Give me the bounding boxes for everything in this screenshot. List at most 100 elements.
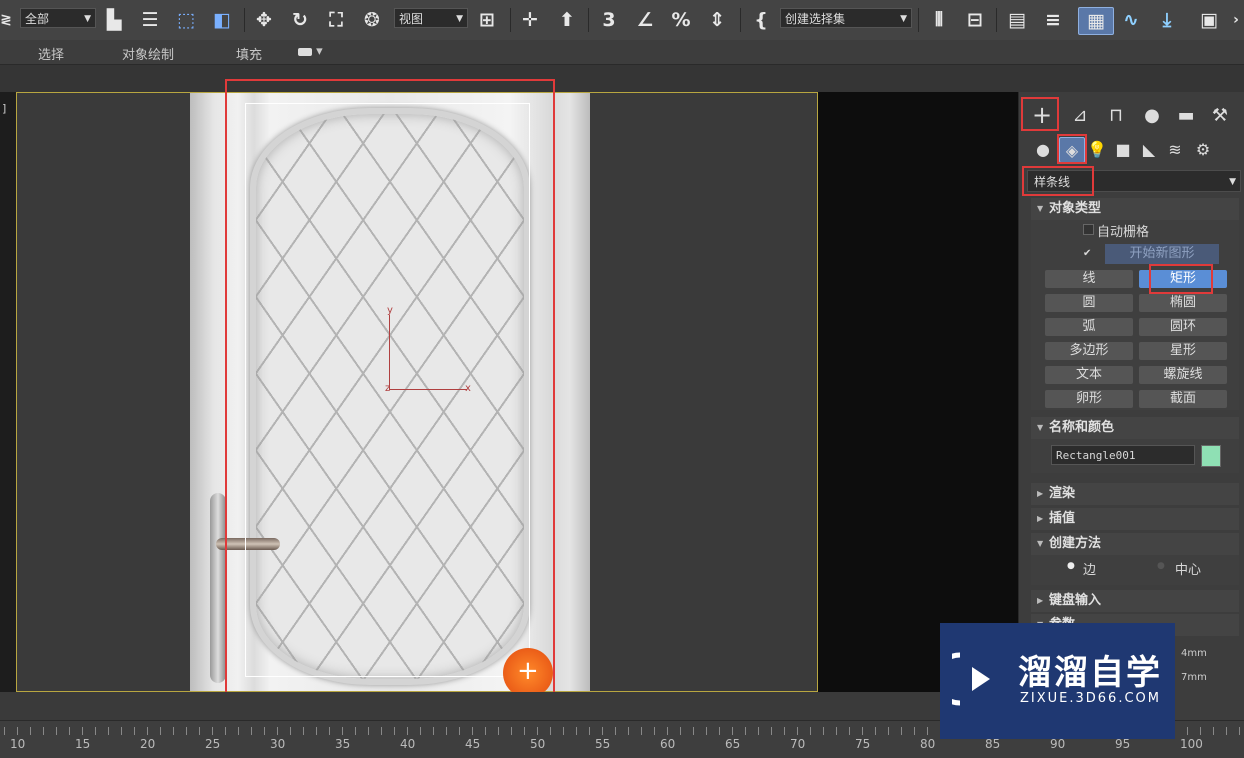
rotate-icon[interactable]: ↻ — [286, 7, 314, 33]
section-button[interactable]: 截面 — [1139, 390, 1227, 408]
percent-snap-icon[interactable]: % — [666, 7, 696, 33]
pivot-center-icon[interactable]: ⊞ — [472, 7, 502, 33]
expand-triangle-icon: ▶ — [1037, 514, 1044, 523]
select-object-icon[interactable]: ▙ — [100, 7, 128, 33]
start-new-shape-checkbox[interactable]: ✔ — [1083, 248, 1091, 259]
ruler-tick-mark — [589, 727, 590, 735]
highlight-create-tab — [1021, 97, 1059, 131]
align-icon[interactable]: ⊟ — [960, 7, 990, 33]
geometry-icon[interactable]: ● — [1031, 137, 1055, 161]
lights-icon[interactable]: 💡 — [1085, 137, 1109, 161]
keyboard-shortcut-icon[interactable]: ⬆ — [552, 7, 582, 33]
reference-coord-dropdown[interactable]: 视图 ▼ — [394, 8, 468, 28]
ruler-tick-mark — [30, 727, 31, 735]
motion-tab-icon[interactable]: ● — [1137, 100, 1167, 130]
autogrid-checkbox[interactable] — [1083, 224, 1094, 235]
space-warps-icon[interactable]: ≋ — [1163, 137, 1187, 161]
width-spinner[interactable]: 7mm — [1181, 672, 1207, 683]
length-spinner[interactable]: 4mm — [1181, 648, 1207, 659]
ruler-tick-mark — [472, 727, 473, 735]
ribbon-tab-object-paint[interactable]: 对象绘制 — [122, 44, 174, 63]
helix-button[interactable]: 螺旋线 — [1139, 366, 1227, 384]
layer-explorer-icon[interactable]: ≡ — [1038, 7, 1068, 33]
watermark-url: ZIXUE.3D66.COM — [1020, 691, 1161, 706]
move-icon[interactable]: ✥ — [250, 7, 278, 33]
material-editor-icon[interactable]: ▣ — [1194, 7, 1224, 33]
star-button[interactable]: 星形 — [1139, 342, 1227, 360]
ribbon-tab-select[interactable]: 选择 — [38, 44, 64, 63]
ruler-tick-label: 10 — [10, 737, 26, 751]
select-by-name-icon[interactable]: ☰ — [136, 7, 164, 33]
donut-button[interactable]: 圆环 — [1139, 318, 1227, 336]
ruler-tick-mark — [186, 727, 187, 735]
arc-button[interactable]: 弧 — [1045, 318, 1133, 336]
text-button[interactable]: 文本 — [1045, 366, 1133, 384]
circle-button[interactable]: 圆 — [1045, 294, 1133, 312]
line-button[interactable]: 线 — [1045, 270, 1133, 288]
ruler-tick-mark — [355, 727, 356, 735]
start-new-shape-button[interactable]: 开始新图形 — [1105, 244, 1219, 264]
window-crossing-icon[interactable]: ◧ — [208, 7, 236, 33]
rollout-name-color[interactable]: ▼ 名称和颜色 — [1031, 417, 1239, 439]
ruler-tick-mark — [862, 727, 863, 735]
display-tab-icon[interactable]: ▬ — [1171, 100, 1201, 130]
ruler-tick-label: 85 — [985, 737, 1001, 751]
ribbon-tab-populate[interactable]: 填充 — [236, 44, 262, 63]
ruler-tick-label: 80 — [920, 737, 936, 751]
ruler-tick-mark — [875, 727, 876, 735]
ribbon-toggle-icon[interactable]: ▦ — [1078, 7, 1114, 35]
snaps-toggle-icon[interactable]: 3 — [594, 7, 624, 33]
ribbon-options-dropdown[interactable]: ▾ — [298, 44, 323, 59]
select-manipulate-icon[interactable]: ✛ — [515, 7, 545, 33]
ruler-tick-mark — [1187, 727, 1188, 735]
helpers-icon[interactable]: ◣ — [1137, 137, 1161, 161]
object-color-swatch[interactable] — [1201, 445, 1221, 467]
ellipse-button[interactable]: 椭圆 — [1139, 294, 1227, 312]
collapse-triangle-icon: ▼ — [1037, 204, 1044, 213]
ruler-tick-mark — [69, 727, 70, 735]
schematic-view-icon[interactable]: ⤓ — [1152, 7, 1182, 33]
angle-snap-icon[interactable]: ∠ — [630, 7, 660, 33]
render-setup-icon[interactable]: › — [1228, 7, 1244, 33]
object-name-field[interactable]: Rectangle001 — [1051, 445, 1195, 465]
ruler-tick-label: 40 — [400, 737, 416, 751]
rollout-interpolation[interactable]: ▶ 插值 — [1031, 508, 1239, 530]
scale-icon[interactable]: ⛶ — [322, 7, 350, 33]
ruler-tick-mark — [43, 727, 44, 735]
egg-button[interactable]: 卵形 — [1045, 390, 1133, 408]
modify-tab-icon[interactable]: ⊿ — [1065, 100, 1095, 130]
rollout-rendering[interactable]: ▶ 渲染 — [1031, 483, 1239, 505]
selection-filter-dropdown[interactable]: 全部 ▼ — [20, 8, 96, 28]
mirror-icon[interactable]: ⫴ — [924, 7, 954, 33]
hierarchy-tab-icon[interactable]: ⊓ — [1101, 100, 1131, 130]
named-selection-dropdown[interactable]: 创建选择集 ▼ — [780, 8, 912, 28]
ribbon-options-icon — [298, 47, 312, 56]
ngon-button[interactable]: 多边形 — [1045, 342, 1133, 360]
rollout-creation-method[interactable]: ▼ 创建方法 — [1031, 533, 1239, 555]
cameras-icon[interactable]: ■ — [1111, 137, 1135, 161]
ruler-tick-mark — [680, 727, 681, 735]
edit-named-selection-icon[interactable]: { — [746, 7, 776, 33]
ruler-tick-mark — [238, 727, 239, 735]
ruler-tick-label: 35 — [335, 737, 351, 751]
curve-editor-icon[interactable]: ∿ — [1116, 7, 1146, 33]
snap-partial-icon[interactable]: ≷ — [0, 7, 12, 33]
utilities-tab-icon[interactable]: ⚒ — [1205, 100, 1235, 130]
ruler-tick-mark — [641, 727, 642, 735]
place-icon[interactable]: ❂ — [358, 7, 386, 33]
rollout-object-type[interactable]: ▼ 对象类型 — [1031, 198, 1239, 220]
ruler-tick-mark — [95, 727, 96, 735]
rect-selection-icon[interactable]: ⬚ — [172, 7, 200, 33]
radio-center[interactable]: ● — [1157, 561, 1165, 571]
ruler-tick-mark — [511, 727, 512, 735]
named-selection-value: 创建选择集 — [785, 12, 846, 26]
rollout-name-color-title: 名称和颜色 — [1049, 420, 1115, 435]
spinner-snap-icon[interactable]: ⇕ — [702, 7, 732, 33]
radio-edge[interactable]: ● — [1067, 561, 1075, 571]
systems-icon[interactable]: ⚙ — [1191, 137, 1215, 161]
rollout-keyboard-entry[interactable]: ▶ 键盘输入 — [1031, 590, 1239, 612]
ruler-tick-label: 25 — [205, 737, 221, 751]
scene-explorer-icon[interactable]: ▤ — [1002, 7, 1032, 33]
ruler-tick-mark — [394, 727, 395, 735]
viewport-label[interactable]: ] — [2, 102, 6, 115]
